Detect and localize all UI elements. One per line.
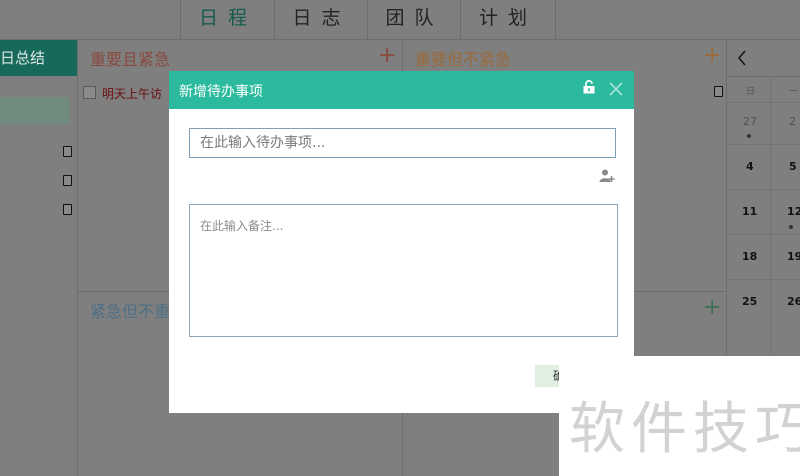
add-task-icon[interactable]: + (703, 297, 721, 319)
document-icon[interactable] (63, 204, 72, 215)
calendar-day[interactable]: 11 (742, 205, 757, 218)
note-textarea[interactable] (189, 204, 618, 337)
weekday-label: 一 (789, 87, 799, 97)
task-text[interactable]: 明天上午访 (102, 85, 162, 102)
add-user-icon[interactable] (599, 168, 615, 184)
calendar-row-line (727, 102, 800, 103)
calendar-day[interactable]: 18 (742, 250, 757, 263)
calendar-day[interactable]: 19 (787, 250, 800, 263)
tab-schedule[interactable]: 日程 (180, 0, 275, 39)
tab-plan[interactable]: 计划 (460, 0, 556, 39)
calendar-column-line (770, 77, 771, 356)
calendar-day[interactable]: 12 (787, 205, 800, 218)
calendar-day[interactable]: 4 (746, 160, 754, 173)
todo-input[interactable] (189, 128, 616, 158)
quadrant-title: 紧急但不重 (90, 302, 171, 321)
watermark-overlay: 软件技巧 (559, 356, 800, 476)
tab-log[interactable]: 日志 (274, 0, 368, 39)
quadrant-title: 重要但不紧急 (415, 50, 512, 69)
top-nav: 日程 日志 团队 计划 (0, 0, 800, 40)
document-icon[interactable] (63, 175, 72, 186)
event-dot (789, 225, 793, 229)
calendar-row-line (727, 279, 800, 280)
event-dot (747, 134, 751, 138)
add-task-icon[interactable]: + (703, 45, 721, 67)
daily-summary-header[interactable]: 日总结 (0, 40, 77, 76)
unlock-icon[interactable] (582, 80, 596, 94)
close-icon[interactable] (608, 81, 624, 97)
quadrant-title: 重要且紧急 (90, 50, 171, 69)
document-icon[interactable] (714, 86, 723, 97)
calendar-row-line (727, 144, 800, 145)
calendar-row-line (727, 189, 800, 190)
calendar-day[interactable]: 2 (789, 115, 796, 128)
calendar-day[interactable]: 27 (743, 115, 757, 128)
document-icon[interactable] (63, 146, 72, 157)
calendar-day[interactable]: 5 (789, 160, 797, 173)
task-checkbox[interactable] (83, 86, 96, 99)
calendar-divider (727, 76, 800, 77)
calendar-day[interactable]: 26 (787, 295, 800, 308)
chevron-left-icon[interactable] (737, 50, 747, 66)
tab-team[interactable]: 团队 (367, 0, 461, 39)
calendar-panel: 日 一 27 2 4 5 11 12 18 19 25 26 (726, 40, 800, 356)
weekday-label: 日 (746, 87, 756, 97)
watermark-text: 软件技巧 (569, 397, 800, 462)
dialog-header: 新增待办事项 (169, 71, 634, 109)
add-task-icon[interactable]: + (378, 45, 396, 67)
calendar-day[interactable]: 25 (742, 295, 757, 308)
calendar-row-line (727, 234, 800, 235)
dialog-title: 新增待办事项 (179, 84, 263, 100)
left-panel: 日总结 (0, 40, 78, 476)
selected-summary-item[interactable] (0, 97, 69, 124)
